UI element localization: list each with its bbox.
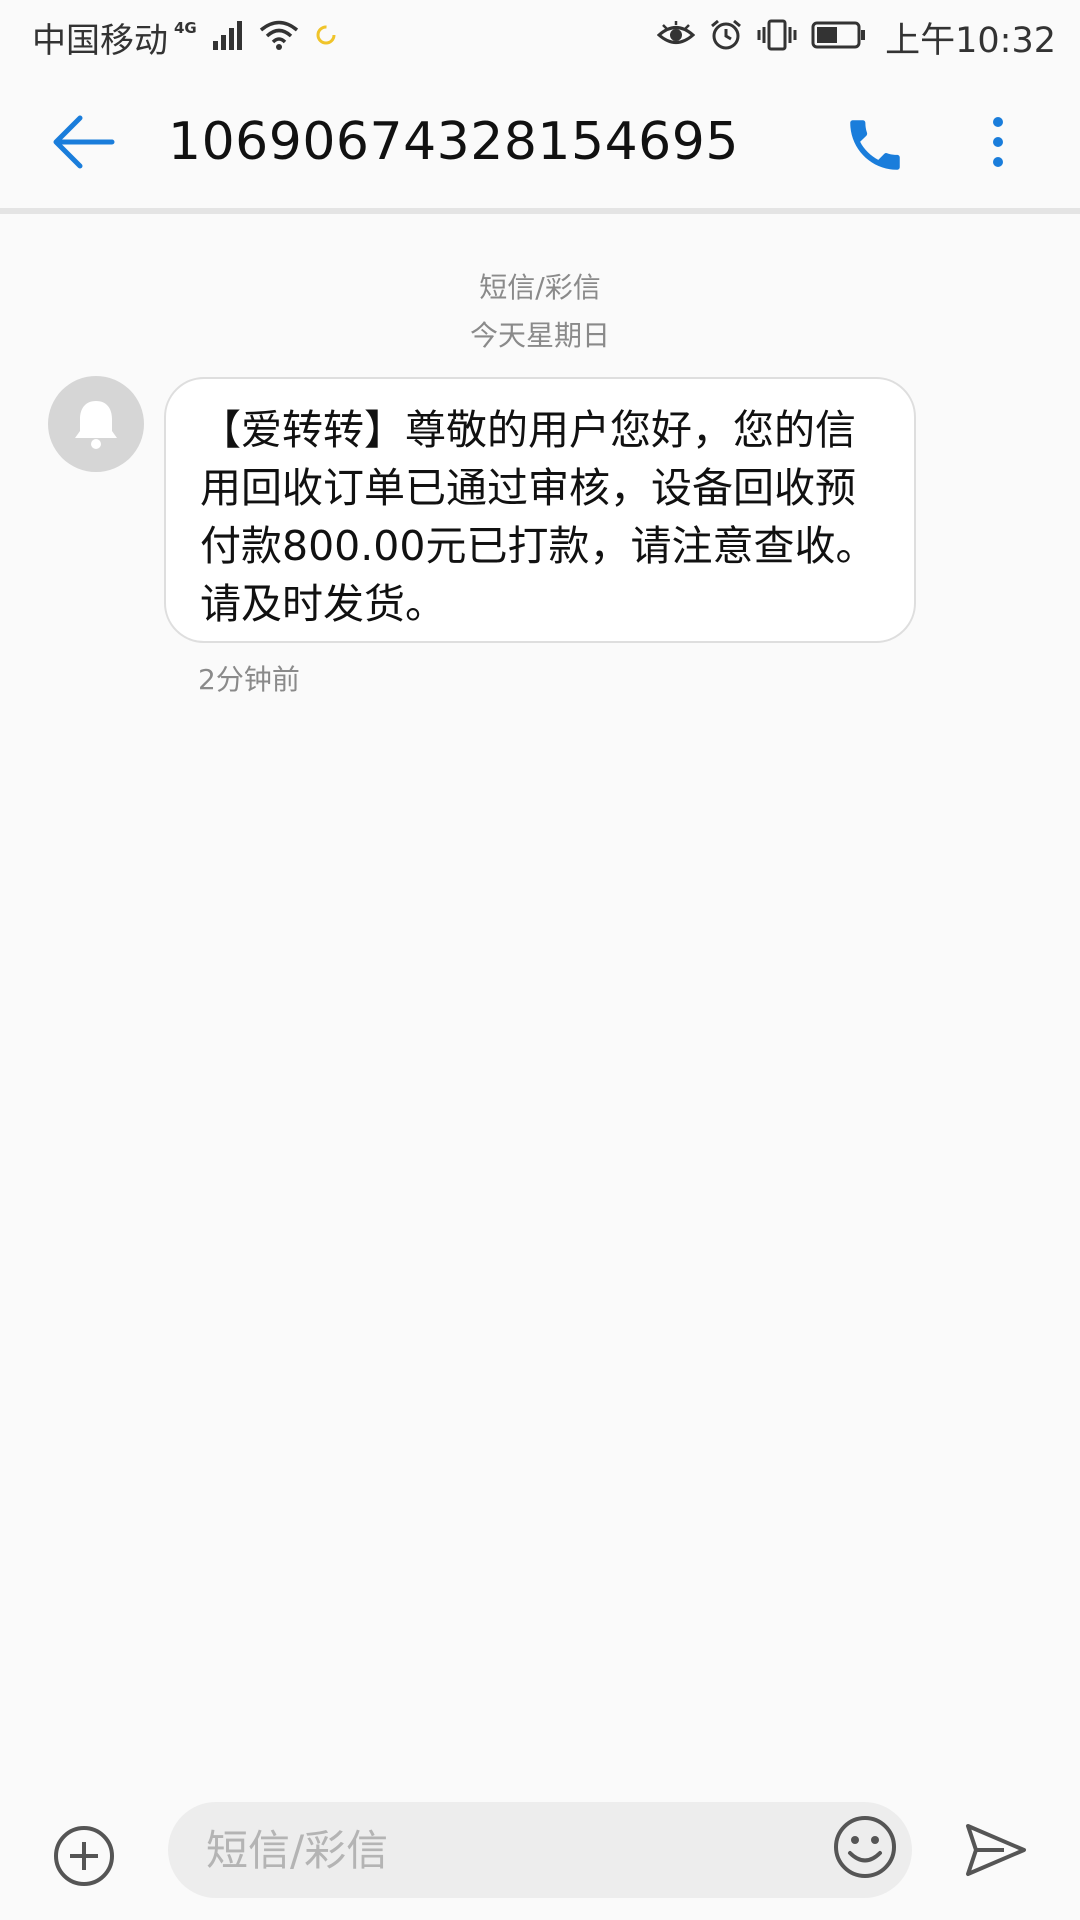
message-timestamp: 2分钟前 — [198, 663, 300, 696]
emoji-icon — [834, 1816, 896, 1878]
carrier-label: 中国移动 — [32, 20, 168, 61]
header-divider — [0, 208, 1080, 214]
back-button[interactable] — [50, 112, 116, 172]
conversation-header: 10690674328154695 — [0, 74, 1080, 208]
emoji-button[interactable] — [832, 1814, 898, 1880]
bell-icon — [75, 401, 117, 449]
send-button[interactable] — [964, 1822, 1028, 1878]
network-type-label: 4G — [174, 19, 197, 37]
wifi-icon — [259, 19, 299, 55]
message-bubble[interactable]: 【爱转转】尊敬的用户您好，您的信用回收订单已通过审核，设备回收预付款800.00… — [164, 377, 916, 643]
sync-icon — [313, 22, 339, 52]
eye-icon — [656, 20, 696, 54]
call-button[interactable] — [842, 112, 908, 178]
phone-icon — [850, 120, 900, 170]
clock-label: 上午10:32 — [885, 20, 1056, 61]
contact-number-title: 10690674328154695 — [168, 112, 739, 172]
alarm-icon — [709, 18, 743, 56]
status-bar: 中国移动 4G 上午10:32 — [0, 0, 1080, 74]
channel-label: 短信/彩信 — [479, 271, 601, 304]
message-input[interactable] — [204, 1824, 808, 1876]
signal-icon — [211, 19, 245, 55]
back-arrow-icon — [53, 115, 115, 169]
date-label: 今天星期日 — [469, 319, 610, 352]
add-attachment-button[interactable] — [52, 1824, 116, 1888]
vibrate-icon — [757, 19, 797, 55]
message-text: 【爱转转】尊敬的用户您好，您的信用回收订单已通过审核，设备回收预付款800.00… — [200, 406, 877, 628]
battery-icon — [811, 21, 867, 53]
more-options-button[interactable] — [982, 112, 1014, 178]
more-vert-icon — [993, 117, 1003, 167]
add-circle-icon — [54, 1826, 114, 1886]
message-input-container[interactable] — [168, 1802, 912, 1898]
composer-bar — [0, 1790, 1080, 1920]
sender-avatar[interactable] — [48, 376, 144, 472]
send-icon — [966, 1824, 1026, 1876]
